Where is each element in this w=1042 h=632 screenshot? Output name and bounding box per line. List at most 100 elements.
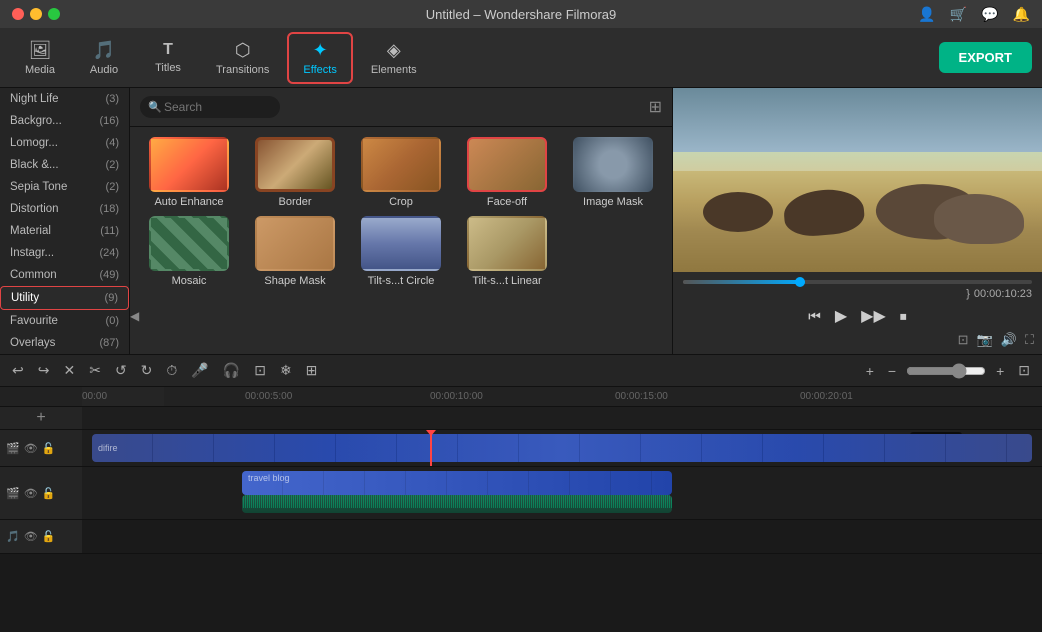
camera-icon[interactable]: 📷	[977, 332, 993, 348]
effect-label-border: Border	[278, 196, 311, 208]
sidebar-item-count: (49)	[99, 269, 119, 281]
sidebar-item-count: (4)	[106, 137, 119, 149]
toolbar-media[interactable]: 🖼 Media	[10, 34, 70, 82]
zoom-slider[interactable]	[906, 363, 986, 379]
effects-label: Effects	[303, 64, 336, 76]
toolbar-titles[interactable]: T Titles	[138, 35, 198, 80]
sidebar-item-material[interactable]: Material (11)	[0, 220, 129, 242]
track-lock-icon[interactable]: 🔓	[42, 442, 56, 455]
fullscreen-icon[interactable]: ⛶	[1025, 332, 1034, 348]
effect-mosaic[interactable]: Mosaic	[140, 216, 238, 287]
effect-image-mask[interactable]: Image Mask	[564, 137, 662, 208]
sidebar-item-sepia[interactable]: Sepia Tone (2)	[0, 176, 129, 198]
sidebar-item-distortion[interactable]: Distortion (18)	[0, 198, 129, 220]
timeline-ruler: 00:00 00:00:5:00 00:00:10:00 00:00:15:00…	[0, 387, 1042, 407]
toolbar-elements[interactable]: ◈ Elements	[357, 34, 431, 82]
search-input[interactable]	[140, 96, 280, 118]
audio-clip[interactable]	[242, 495, 672, 513]
effect-face-off[interactable]: Face-off	[458, 137, 556, 208]
play-forward-button[interactable]: ▶▶	[861, 306, 886, 326]
timeline-tracks: + 🎬 👁 🔓 1.00 x ▼ difire	[0, 407, 1042, 554]
sidebar-item-lomography[interactable]: Lomogr... (4)	[0, 132, 129, 154]
bell-icon[interactable]: 🔔	[1013, 6, 1030, 23]
speed-button[interactable]: ⏱	[162, 360, 181, 381]
effect-thumb-shape-mask	[255, 216, 335, 271]
sidebar-item-utility[interactable]: Utility (9)	[0, 286, 129, 310]
delete-button[interactable]: ✕	[59, 360, 79, 381]
close-button[interactable]	[12, 8, 24, 20]
split-button[interactable]: ✂	[85, 360, 105, 381]
export-button[interactable]: EXPORT	[939, 42, 1032, 73]
effect-crop[interactable]: Crop	[352, 137, 450, 208]
rewind-button[interactable]: ↺	[111, 360, 131, 381]
playhead[interactable]	[430, 430, 432, 466]
add-video-track-button[interactable]: +	[36, 409, 45, 427]
cart-icon[interactable]: 🛒	[950, 6, 967, 23]
sidebar-item-label: Common	[10, 269, 57, 281]
toolbar-transitions[interactable]: ⬡ Transitions	[202, 34, 283, 82]
sidebar-item-favourite[interactable]: Favourite (0)	[0, 310, 129, 332]
user-icon[interactable]: 👤	[918, 6, 935, 23]
effect-tilt-linear[interactable]: Tilt-s...t Linear	[458, 216, 556, 287]
transitions-label: Transitions	[216, 64, 269, 76]
more-button[interactable]: ⊞	[302, 360, 322, 381]
effects-search-bar: ⊞	[130, 88, 672, 127]
progress-knob[interactable]	[795, 277, 805, 287]
effect-tilt-circle[interactable]: Tilt-s...t Circle	[352, 216, 450, 287]
track-visibility-audio-icon[interactable]: 👁	[24, 530, 38, 543]
pip-timeline-button[interactable]: ⊡	[250, 360, 270, 381]
sidebar-item-night-life[interactable]: Night Life (3)	[0, 88, 129, 110]
toolbar-audio[interactable]: 🎵 Audio	[74, 34, 134, 82]
grid-view-icon[interactable]: ⊞	[649, 97, 662, 117]
freeze-button[interactable]: ❄	[276, 360, 296, 381]
stop-button[interactable]: ⏹	[900, 308, 907, 325]
preview-bottom-controls: ⊡ 📷 🔊 ⛶	[673, 330, 1042, 350]
effect-shape-mask[interactable]: Shape Mask	[246, 216, 344, 287]
zoom-in-button[interactable]: +	[992, 361, 1008, 381]
track-visibility-icon[interactable]: 👁	[24, 442, 38, 455]
add-track-button[interactable]: +	[862, 361, 878, 381]
sidebar-item-common[interactable]: Common (49)	[0, 264, 129, 286]
sidebar-item-overlays[interactable]: Overlays (87)	[0, 332, 129, 354]
fit-timeline-button[interactable]: ⊡	[1014, 360, 1034, 381]
zoom-out-button[interactable]: −	[884, 361, 900, 381]
track-row-video1: 🎬 👁 🔓 1.00 x ▼ difire	[0, 430, 1042, 467]
play-pause-button[interactable]: ▶	[835, 306, 847, 326]
track-lock-audio-icon[interactable]: 🔓	[42, 530, 56, 543]
waveform	[242, 495, 672, 508]
volume-icon[interactable]: 🔊	[1001, 332, 1017, 348]
sidebar-item-background[interactable]: Backgro... (16)	[0, 110, 129, 132]
sidebar-item-instagram[interactable]: Instagr... (24)	[0, 242, 129, 264]
undo-button[interactable]: ↩	[8, 360, 28, 381]
sidebar-item-label: Backgro...	[10, 115, 62, 127]
timeline: ↩ ↪ ✕ ✂ ↺ ↻ ⏱ 🎤 🎧 ⊡ ❄ ⊞ + − + ⊡ 00:00 00…	[0, 354, 1042, 554]
track-row-video2: 🎬 👁 🔓 travel blog	[0, 467, 1042, 520]
voiceover-button[interactable]: 🎤	[187, 360, 212, 381]
redo-button[interactable]: ↪	[34, 360, 54, 381]
refresh-button[interactable]: ↻	[137, 360, 157, 381]
track-lock-icon2[interactable]: 🔓	[42, 487, 56, 500]
track-visibility-icon2[interactable]: 👁	[24, 487, 38, 500]
maximize-button[interactable]	[48, 8, 60, 20]
audio-label: Audio	[90, 64, 118, 76]
video-clip-2[interactable]: travel blog	[242, 471, 672, 495]
minimize-button[interactable]	[30, 8, 42, 20]
track-controls-audio: 🎵 👁 🔓	[0, 520, 82, 553]
video-clip-1[interactable]: difire	[92, 434, 1032, 462]
effect-thumb-mosaic	[149, 216, 229, 271]
track-controls-video2: 🎬 👁 🔓	[0, 467, 82, 519]
step-back-button[interactable]: ⏮	[808, 308, 821, 325]
progress-bar[interactable]	[683, 280, 1032, 284]
audio-detach-button[interactable]: 🎧	[219, 360, 244, 381]
effect-label-mosaic: Mosaic	[172, 275, 207, 287]
message-icon[interactable]: 💬	[981, 6, 998, 23]
effect-border[interactable]: Border	[246, 137, 344, 208]
search-icon-wrap	[140, 96, 280, 118]
effect-auto-enhance[interactable]: Auto Enhance	[140, 137, 238, 208]
toolbar-effects[interactable]: ✦ Effects	[287, 32, 352, 84]
timecode: 00:00:10:23	[974, 288, 1032, 300]
sidebar-item-black[interactable]: Black &... (2)	[0, 154, 129, 176]
pip-icon[interactable]: ⊡	[958, 332, 969, 348]
sidebar-item-count: (9)	[105, 292, 118, 304]
collapse-panel-button[interactable]: ◀	[130, 309, 139, 323]
